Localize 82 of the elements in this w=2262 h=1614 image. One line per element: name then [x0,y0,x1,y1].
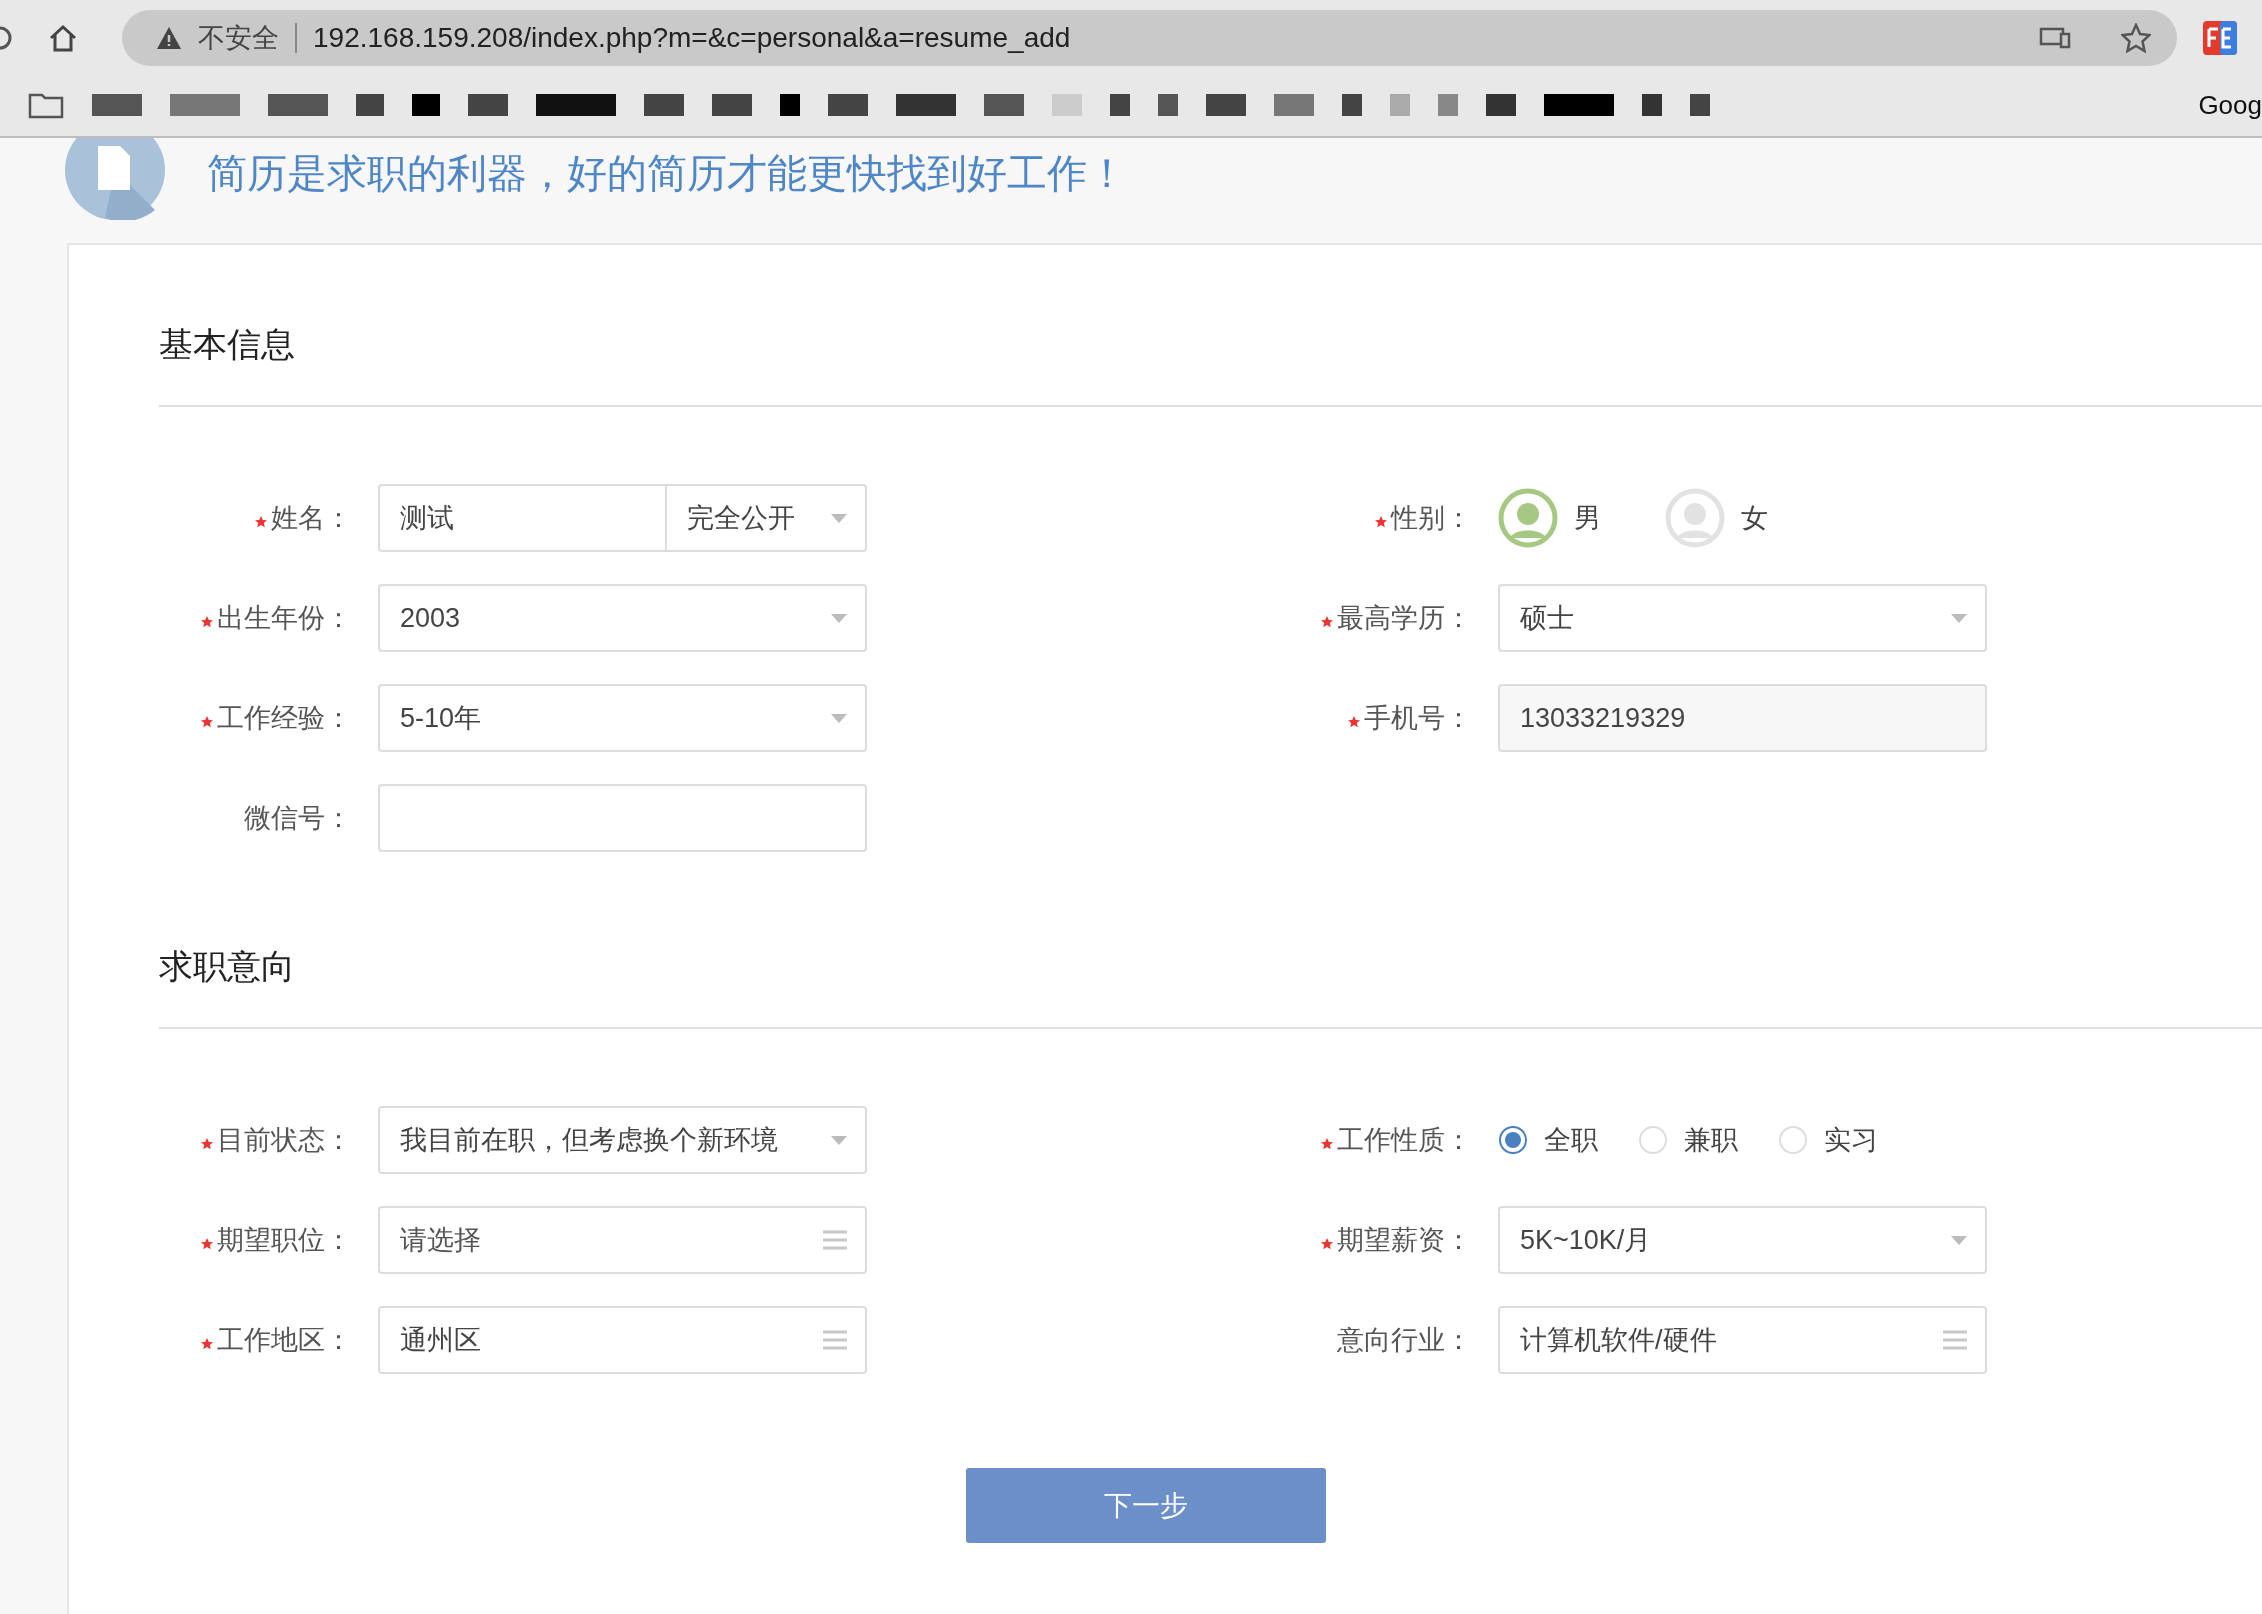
field-label: 工作经验： [217,702,352,735]
input-field[interactable] [378,784,867,852]
warning-icon [156,26,182,50]
redacted-bookmark[interactable] [536,94,616,116]
redacted-bookmark[interactable] [1486,94,1516,116]
select-field[interactable]: 硕士 [1498,584,1987,652]
redacted-bookmark[interactable] [356,94,384,116]
caret-icon [831,713,847,723]
gender-option-label[interactable]: 男 [1574,500,1601,536]
redacted-bookmark[interactable] [1642,94,1662,116]
redacted-bookmark[interactable] [468,94,508,116]
select-field[interactable]: 2003 [378,584,867,652]
field-label: 期望职位： [217,1224,352,1257]
select-field[interactable]: 我目前在职，但考虑换个新环境 [378,1106,867,1174]
redacted-bookmark[interactable] [712,94,752,116]
banner-title: 简历是求职的利器，好的简历才能更快找到好工作！ [207,150,1127,197]
redacted-bookmark[interactable] [170,94,240,116]
document-icon [65,138,165,220]
list-icon [823,1330,847,1350]
radio-label[interactable]: 全职 [1544,1122,1598,1158]
field-label: 姓名： [271,502,352,535]
radio-button[interactable] [1498,1125,1528,1155]
redacted-bookmark[interactable] [1110,94,1130,116]
section-title: 基本信息 [159,324,296,364]
redacted-bookmark[interactable] [1544,94,1614,116]
caret-icon [831,1135,847,1145]
caret-icon [1951,613,1967,623]
field-label: 意向行业： [1337,1324,1472,1357]
select-field[interactable]: 5-10年 [378,684,867,752]
redacted-bookmark[interactable] [1052,94,1082,116]
redacted-bookmark[interactable] [896,94,956,116]
redacted-bookmark[interactable] [828,94,868,116]
redacted-bookmark[interactable] [1274,94,1314,116]
device-icon[interactable] [2039,26,2071,50]
redacted-bookmark[interactable] [1342,94,1362,116]
redacted-bookmark[interactable] [1390,94,1410,116]
picker-field[interactable]: 请选择 [378,1206,867,1274]
reload-icon[interactable] [0,24,14,52]
redacted-bookmark[interactable] [984,94,1024,116]
list-icon [823,1230,847,1250]
redacted-bookmark[interactable] [92,94,142,116]
address-bar[interactable]: 不安全 192.168.159.208/index.php?m=&c=personal&a=resume_add [122,10,2177,66]
redacted-bookmark[interactable] [1690,94,1710,116]
select-field[interactable]: 5K~10K/月 [1498,1206,1987,1274]
redacted-bookmark[interactable] [412,94,440,116]
field-label: 期望薪资： [1337,1224,1472,1257]
input-field[interactable]: 13033219329 [1498,684,1987,752]
person-avatar-icon[interactable] [1665,488,1725,548]
privacy-select[interactable]: 完全公开 [665,486,865,550]
caret-icon [831,513,847,523]
extension-icon[interactable] [2203,21,2237,55]
picker-field[interactable]: 计算机软件/硬件 [1498,1306,1987,1374]
field-label: 手机号： [1364,702,1472,735]
security-label: 不安全 [198,22,279,55]
redacted-bookmark[interactable] [644,94,684,116]
radio-label[interactable]: 实习 [1824,1122,1878,1158]
home-icon[interactable] [48,24,78,52]
field-label: 目前状态： [217,1124,352,1157]
url-text[interactable]: 192.168.159.208/index.php?m=&c=personal&a=resume_add [313,22,2023,54]
name-field[interactable]: 测试 完全公开 [378,484,867,552]
redacted-bookmark[interactable] [268,94,328,116]
redacted-bookmark[interactable] [1158,94,1178,116]
radio-label[interactable]: 兼职 [1684,1122,1738,1158]
field-label: 工作地区： [217,1324,352,1357]
field-label: 性别： [1391,502,1472,535]
redacted-bookmark[interactable] [1438,94,1458,116]
star-icon[interactable] [2121,23,2151,53]
caret-icon [1951,1235,1967,1245]
field-label: 工作性质： [1337,1124,1472,1157]
folder-icon[interactable] [28,91,64,119]
list-icon [1943,1330,1967,1350]
bookmark-label[interactable]: Goog [2198,89,2262,121]
field-label: 微信号： [244,802,352,835]
field-label: 出生年份： [217,602,352,635]
redacted-bookmark[interactable] [1206,94,1246,116]
redacted-bookmark[interactable] [780,94,800,116]
caret-icon [831,613,847,623]
gender-option-label[interactable]: 女 [1741,500,1768,536]
person-avatar-icon[interactable] [1498,488,1558,548]
section-title: 求职意向 [159,946,296,986]
field-label: 最高学历： [1337,602,1472,635]
picker-field[interactable]: 通州区 [378,1306,867,1374]
